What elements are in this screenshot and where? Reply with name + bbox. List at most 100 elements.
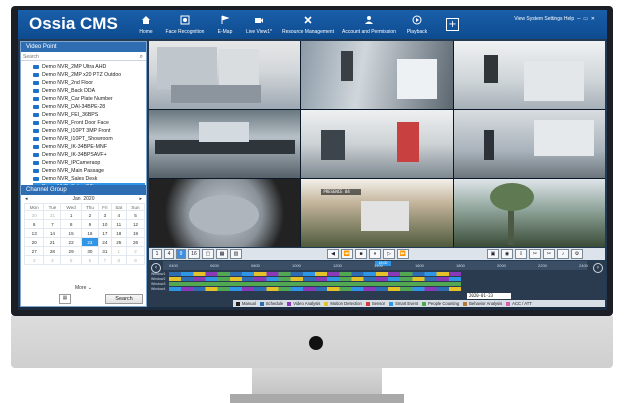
- more-toggle[interactable]: More ⌄: [21, 285, 146, 291]
- calendar-day[interactable]: 2: [80, 210, 100, 220]
- calendar-day[interactable]: 22: [60, 237, 82, 247]
- calendar-day[interactable]: 23: [80, 237, 100, 247]
- calendar-day[interactable]: 24: [98, 237, 112, 247]
- calendar-day[interactable]: 20: [23, 237, 45, 247]
- pause-button[interactable]: ⏸: [369, 249, 381, 259]
- calendar-day[interactable]: 28: [43, 246, 62, 256]
- timeline-track[interactable]: [169, 272, 461, 276]
- calendar-day[interactable]: 15: [60, 228, 82, 238]
- calendar-day[interactable]: 26: [126, 237, 145, 247]
- calendar-day[interactable]: 2: [126, 246, 145, 256]
- minimize-icon[interactable]: ─: [576, 16, 581, 22]
- calendar-day[interactable]: 30: [23, 210, 45, 220]
- calendar-day[interactable]: 16: [80, 228, 100, 238]
- calendar-day[interactable]: 3: [23, 255, 45, 265]
- maximize-icon[interactable]: ▭: [582, 16, 588, 22]
- calendar-day[interactable]: 8: [110, 255, 128, 265]
- calendar-day[interactable]: 7: [98, 255, 112, 265]
- device-tree-item[interactable]: Demo NVR_Front Door Face: [33, 119, 146, 127]
- stop-button[interactable]: ■: [355, 249, 367, 259]
- video-tile-7-fisheye[interactable]: [149, 179, 301, 247]
- timeline-track[interactable]: [169, 287, 461, 291]
- calendar-day[interactable]: 7: [43, 219, 62, 229]
- calendar-day[interactable]: 5: [126, 210, 145, 220]
- device-tree-item[interactable]: Demo NVR_FEI_36BPS: [33, 111, 146, 119]
- video-tile-3[interactable]: [453, 41, 605, 109]
- nav-face-recognition[interactable]: Face Recognition: [163, 12, 207, 38]
- calendar-day[interactable]: 6: [23, 219, 45, 229]
- video-tile-2[interactable]: [301, 41, 453, 109]
- video-tile-8[interactable]: PRESENCE 04: [301, 179, 453, 247]
- nav-home[interactable]: Home: [135, 12, 157, 38]
- calendar-day[interactable]: 17: [98, 228, 112, 238]
- calendar-day[interactable]: 9: [126, 255, 145, 265]
- layout-4-button[interactable]: 4: [164, 249, 174, 259]
- fullscreen-icon[interactable]: ▢: [202, 249, 214, 259]
- device-tree-item[interactable]: Demo NVR_2MP Ultra AHD: [33, 63, 146, 71]
- nav-playback[interactable]: Playback: [404, 12, 430, 38]
- calendar-day[interactable]: 9: [80, 219, 100, 229]
- timeline-scale[interactable]: 16:00 0400 0600 0800 1000 1200 1400 1600 1800 20…: [163, 261, 588, 270]
- device-search-input[interactable]: [23, 53, 133, 60]
- device-tree-item[interactable]: Demo NVR_2nd Floor: [33, 79, 146, 87]
- video-tile-1[interactable]: [149, 41, 301, 109]
- device-tree-item[interactable]: Demo NVR_Sales Desk: [33, 175, 146, 183]
- calendar-day[interactable]: 10: [98, 219, 112, 229]
- calendar-day[interactable]: 29: [60, 246, 82, 256]
- system-links[interactable]: View System Settings Help ─ ▭ ✕: [514, 16, 595, 22]
- calendar-day[interactable]: 5: [60, 255, 82, 265]
- calendar-day[interactable]: 12: [126, 219, 145, 229]
- calendar-day[interactable]: 8: [60, 219, 82, 229]
- prev-month-icon[interactable]: ◂: [25, 195, 28, 203]
- clip-icon[interactable]: ✂: [529, 249, 541, 259]
- calendar-day[interactable]: 6: [80, 255, 100, 265]
- device-tree-item[interactable]: Demo NVR_Main Passage: [33, 167, 146, 175]
- channel-group-title[interactable]: Channel Group: [21, 185, 146, 195]
- calendar-day[interactable]: 31: [98, 246, 112, 256]
- video-tile-6[interactable]: [453, 110, 605, 178]
- search-button[interactable]: Search: [105, 294, 143, 304]
- video-tile-4[interactable]: [149, 110, 301, 178]
- calendar-day[interactable]: 31: [43, 210, 62, 220]
- video-tile-5[interactable]: [301, 110, 453, 178]
- rewind-button[interactable]: ⏪: [341, 249, 353, 259]
- calendar-day[interactable]: 3: [98, 210, 112, 220]
- cut-icon[interactable]: ✂: [543, 249, 555, 259]
- timeline-next-icon[interactable]: ›: [593, 263, 603, 273]
- search-icon[interactable]: ⌕: [140, 53, 143, 61]
- timeline-track[interactable]: [169, 277, 461, 281]
- calendar-day[interactable]: 13: [23, 228, 45, 238]
- next-frame-button[interactable]: ▷: [383, 249, 395, 259]
- calendar-icon[interactable]: ▦: [59, 294, 71, 304]
- layout-16-button[interactable]: 16: [188, 249, 200, 259]
- device-tree-item[interactable]: Demo NVR_IK-34BPSAVF+: [33, 151, 146, 159]
- nav-emap[interactable]: E-Map: [214, 12, 236, 38]
- close-icon[interactable]: ✕: [589, 16, 595, 22]
- timeline-track[interactable]: [169, 282, 461, 286]
- calendar-day[interactable]: 21: [43, 237, 62, 247]
- device-tree-item[interactable]: Demo NVR_2MP x20 PTZ Outdoo: [33, 71, 146, 79]
- layout-9-button[interactable]: 9: [176, 249, 186, 259]
- calendar-day[interactable]: 4: [43, 255, 62, 265]
- prev-frame-button[interactable]: ◀: [327, 249, 339, 259]
- device-tree-item[interactable]: Demo NVR_Car Plate Number: [33, 95, 146, 103]
- device-tree-item[interactable]: Demo NVR_I10PT_Showroom: [33, 135, 146, 143]
- device-tree-item[interactable]: Demo NVR_I10PT 3MP Front: [33, 127, 146, 135]
- layout-split-icon[interactable]: ▥: [230, 249, 242, 259]
- device-tree-item[interactable]: Demo NVR_Back DDA: [33, 87, 146, 95]
- export-icon[interactable]: ⇩: [515, 249, 527, 259]
- nav-live-view[interactable]: Live View1*: [244, 12, 274, 38]
- device-tree-item[interactable]: Demo NVR_IK-34BPE-MNF: [33, 143, 146, 151]
- settings-icon[interactable]: ⚙: [571, 249, 583, 259]
- calendar-day[interactable]: 30: [80, 246, 100, 256]
- calendar-day[interactable]: 1: [110, 246, 128, 256]
- calendar-day[interactable]: 1: [60, 210, 82, 220]
- next-month-icon[interactable]: ▸: [139, 195, 142, 203]
- calendar-day[interactable]: 19: [126, 228, 145, 238]
- nav-account-permission[interactable]: Account and Permission: [338, 12, 400, 38]
- calendar-day[interactable]: 27: [23, 246, 45, 256]
- calendar-day[interactable]: 4: [110, 210, 128, 220]
- layout-custom-icon[interactable]: ▦: [216, 249, 228, 259]
- calendar-day[interactable]: 25: [110, 237, 128, 247]
- calendar-day[interactable]: 11: [110, 219, 128, 229]
